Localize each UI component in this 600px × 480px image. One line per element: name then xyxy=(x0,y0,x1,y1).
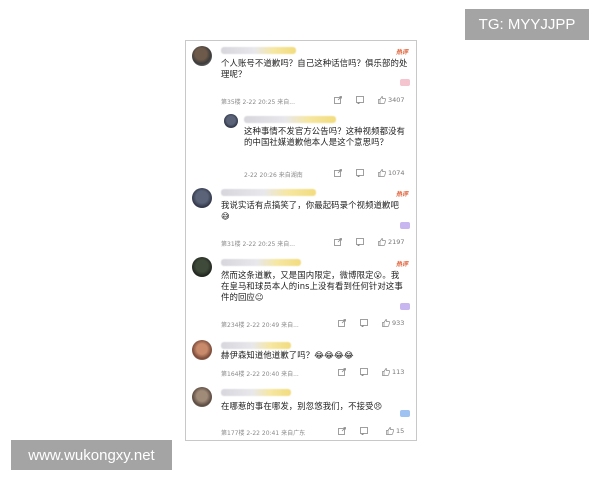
reply-button[interactable] xyxy=(360,368,368,376)
like-count: 113 xyxy=(392,368,405,376)
comment-text: 个人账号不道歉吗？自己这种话信吗？俱乐部的处理呢？ xyxy=(221,58,408,79)
share-button[interactable] xyxy=(334,169,342,177)
comment-icon xyxy=(356,169,364,177)
like-button[interactable]: 15 xyxy=(386,427,404,435)
share-icon xyxy=(334,96,342,104)
share-button[interactable] xyxy=(338,427,346,435)
like-button[interactable]: 3407 xyxy=(378,96,405,104)
share-icon xyxy=(338,427,346,435)
comment-item: 热评 个人账号不道歉吗？自己这种话信吗？俱乐部的处理呢？ 第35楼 2-22 2… xyxy=(186,41,416,111)
comment-icon xyxy=(360,427,368,435)
comment-text: 我说实话有点搞笑了，你最起码录个视频道歉吧😅 xyxy=(221,200,399,221)
user-avatar[interactable] xyxy=(192,257,212,277)
comment-text: 这种事情不发官方公告吗？这种视频都没有的中国社媒道歉他本人是这个意思吗？ xyxy=(244,126,406,147)
username-blurred[interactable] xyxy=(221,47,296,54)
watermark-telegram: TG: MYYJJPP xyxy=(465,9,589,40)
like-count: 3407 xyxy=(388,96,405,104)
share-button[interactable] xyxy=(334,238,342,246)
comment-meta: 第177楼 2-22 20:41 来自广东 xyxy=(221,430,306,437)
thumbs-up-icon xyxy=(382,368,390,376)
like-count: 933 xyxy=(392,319,405,327)
comment-item: 热评 我说实话有点搞笑了，你最起码录个视频道歉吧😅 第31楼 2-22 20:2… xyxy=(186,183,416,253)
like-count: 1074 xyxy=(388,169,405,177)
username-blurred[interactable] xyxy=(221,342,291,349)
share-icon xyxy=(334,169,342,177)
share-icon xyxy=(338,368,346,376)
reply-item: 这种事情不发官方公告吗？这种视频都没有的中国社媒道歉他本人是这个意思吗？ 2-2… xyxy=(186,111,416,183)
user-avatar[interactable] xyxy=(192,340,212,360)
user-badge-icon xyxy=(400,79,410,86)
comment-item: 热评 然而这条道歉，又是国内限定，微博限定😮。我在皇马和球员本人的ins上没有看… xyxy=(186,253,416,337)
share-button[interactable] xyxy=(334,96,342,104)
comment-icon xyxy=(356,238,364,246)
comment-icon xyxy=(360,368,368,376)
thumbs-up-icon xyxy=(386,427,394,435)
comment-meta: 2-22 20:26 来自湖南 xyxy=(244,172,303,179)
like-button[interactable]: 113 xyxy=(382,368,404,376)
like-button[interactable]: 1074 xyxy=(378,169,405,177)
comment-meta: 第234楼 2-22 20:49 来自... xyxy=(221,322,299,329)
comment-icon xyxy=(360,319,368,327)
watermark-website: www.wukongxy.net xyxy=(11,440,172,470)
reply-button[interactable] xyxy=(360,427,368,435)
share-button[interactable] xyxy=(338,368,346,376)
comment-item: 赫伊森知道他道歉了吗？😂😂😂😂 第164楼 2-22 20:40 来自... 1… xyxy=(186,337,416,383)
comment-list-screenshot: 热评 个人账号不道歉吗？自己这种话信吗？俱乐部的处理呢？ 第35楼 2-22 2… xyxy=(185,40,417,441)
comment-meta: 第164楼 2-22 20:40 来自... xyxy=(221,371,299,378)
hot-comment-tag: 热评 xyxy=(395,191,408,198)
thumbs-up-icon xyxy=(378,96,386,104)
username-blurred[interactable] xyxy=(244,116,336,123)
comment-icon xyxy=(356,96,364,104)
user-avatar[interactable] xyxy=(192,46,212,66)
user-avatar[interactable] xyxy=(224,114,238,128)
like-count: 15 xyxy=(396,427,405,435)
user-badge-icon xyxy=(400,222,410,229)
reply-button[interactable] xyxy=(356,238,364,246)
like-button[interactable]: 2197 xyxy=(378,238,405,246)
user-badge-icon xyxy=(400,303,410,310)
like-count: 2197 xyxy=(388,238,405,246)
username-blurred[interactable] xyxy=(221,259,301,266)
user-avatar[interactable] xyxy=(192,387,212,407)
reply-button[interactable] xyxy=(356,96,364,104)
comment-item: 在哪惹的事在哪发，别忽悠我们，不接受😠 第177楼 2-22 20:41 来自广… xyxy=(186,383,416,440)
hot-comment-tag: 热评 xyxy=(395,261,408,268)
reply-button[interactable] xyxy=(356,169,364,177)
comment-text: 赫伊森知道他道歉了吗？😂😂😂😂 xyxy=(221,350,354,360)
comment-meta: 第31楼 2-22 20:25 来自... xyxy=(221,241,295,248)
share-icon xyxy=(334,238,342,246)
hot-comment-tag: 热评 xyxy=(395,49,408,56)
thumbs-up-icon xyxy=(378,169,386,177)
like-button[interactable]: 933 xyxy=(382,319,404,327)
username-blurred[interactable] xyxy=(221,389,291,396)
comment-text: 在哪惹的事在哪发，别忽悠我们，不接受😠 xyxy=(221,401,383,411)
username-blurred[interactable] xyxy=(221,189,316,196)
reply-button[interactable] xyxy=(360,319,368,327)
share-button[interactable] xyxy=(338,319,346,327)
thumbs-up-icon xyxy=(382,319,390,327)
thumbs-up-icon xyxy=(378,238,386,246)
user-avatar[interactable] xyxy=(192,188,212,208)
share-icon xyxy=(338,319,346,327)
comment-meta: 第35楼 2-22 20:25 来自... xyxy=(221,99,295,106)
user-badge-icon xyxy=(400,410,410,417)
comment-text: 然而这条道歉，又是国内限定，微博限定😮。我在皇马和球员本人的ins上没有看到任何… xyxy=(221,270,403,302)
